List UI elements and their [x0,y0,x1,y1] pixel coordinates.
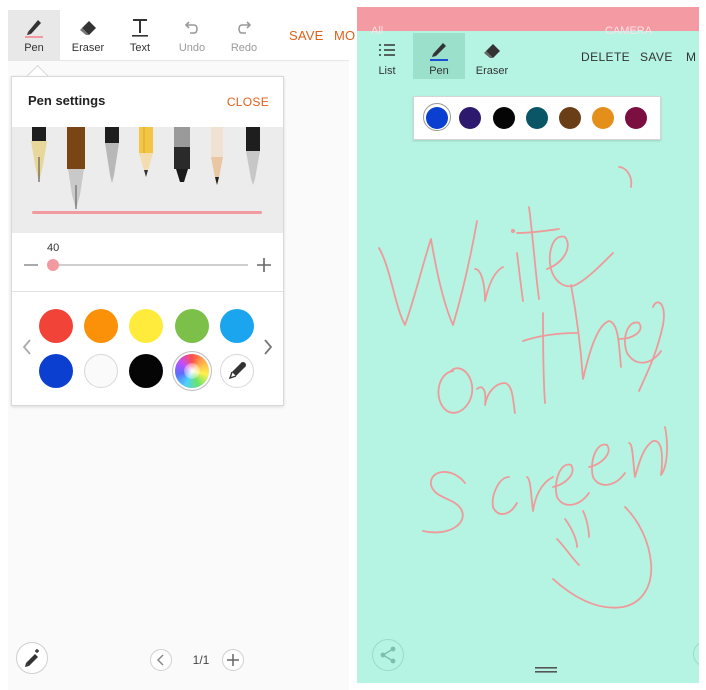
size-increase-icon[interactable] [256,257,272,273]
text-icon [132,19,148,37]
pen-settings-title: Pen settings [28,93,106,108]
chevron-right-icon[interactable] [261,337,275,357]
eyedropper-button[interactable] [220,354,254,388]
eraser-icon [80,21,96,35]
calligraphy-pen-option[interactable] [67,127,85,209]
eraser-icon [484,44,500,58]
redo-label: Redo [230,42,258,54]
page-navigator: 1/1 [148,647,254,673]
color-swatch-blue[interactable] [426,107,448,129]
list-button[interactable]: List [361,33,413,79]
page-indicator: 1/1 [192,653,210,667]
redo-button[interactable]: Redo [218,10,270,60]
divider [12,291,283,292]
fountain-pen-option[interactable] [31,127,47,182]
undo-icon [184,21,198,34]
color-spectrum-icon[interactable] [175,354,209,388]
undo-button[interactable]: Undo [166,10,218,60]
eraser-tool-button[interactable]: Eraser [62,10,114,60]
left-toolbar: Pen Eraser Text Undo Redo SAVE MO [8,10,355,61]
pen-color-popup [413,96,661,140]
chevron-left-icon[interactable] [20,337,34,357]
save-button[interactable]: SAVE [289,28,324,43]
chevron-left-icon [156,654,164,666]
color-swatch-indigo[interactable] [459,107,481,129]
pen-type-shelf [12,127,283,233]
brush-pen-option[interactable] [211,127,223,185]
pen-settings-panel: Pen settings CLOSE 40 [11,76,284,406]
pen-icon [25,20,43,38]
size-decrease-icon[interactable] [24,264,38,266]
pen-icon [430,43,448,61]
marker-option[interactable] [174,127,190,182]
pen-tool-button[interactable]: Pen [413,33,465,79]
pen-tool-label: Pen [24,42,44,54]
eyedropper-icon [228,362,246,380]
color-swatch-orange[interactable] [592,107,614,129]
list-icon [379,44,395,56]
pen-size-slider[interactable] [52,264,248,266]
pen-tool-button[interactable]: Pen [8,10,60,60]
more-button[interactable]: MO [334,28,355,43]
share-icon [380,646,396,664]
fine-pen-option[interactable] [246,127,260,185]
share-button[interactable] [372,639,404,671]
pen-size-value: 40 [47,242,60,254]
pencil-option[interactable] [139,127,153,177]
delete-button[interactable]: DELETE [581,50,630,64]
color-swatch-green[interactable] [175,309,209,343]
save-button[interactable]: SAVE [640,50,673,64]
color-swatch-teal[interactable] [526,107,548,129]
color-swatch-black[interactable] [493,107,515,129]
color-swatch-white[interactable] [84,354,118,388]
stroke-preview [32,211,262,214]
previous-page-button[interactable] [150,649,172,671]
close-button[interactable]: CLOSE [227,95,269,109]
pen-size-slider-thumb[interactable] [47,259,59,271]
eraser-tool-label: Eraser [475,65,509,77]
right-screen: All CAMERA List Pen Eraser DELETE SAVE M [357,7,699,683]
pen-mode-button[interactable] [16,642,48,674]
text-tool-button[interactable]: Text [114,10,166,60]
left-screen: Pen Eraser Text Undo Redo SAVE MO Pen se… [8,10,355,690]
ballpoint-pen-option[interactable] [105,127,119,183]
pen-plus-icon [25,649,39,667]
color-swatch-light-blue[interactable] [220,309,254,343]
color-swatch-maroon[interactable] [625,107,647,129]
eraser-tool-label: Eraser [71,42,105,54]
color-swatch-yellow[interactable] [129,309,163,343]
drag-handle-icon[interactable] [535,667,557,674]
list-label: List [378,65,396,77]
add-page-button[interactable] [222,649,244,671]
color-swatch-black[interactable] [129,354,163,388]
plus-icon [227,654,239,666]
more-button[interactable]: M [686,50,696,64]
undo-label: Undo [178,42,206,54]
color-swatch-red[interactable] [39,309,73,343]
eraser-tool-button[interactable]: Eraser [466,33,518,79]
color-swatch-blue[interactable] [39,354,73,388]
color-swatch-orange[interactable] [84,309,118,343]
pen-tool-label: Pen [429,65,449,77]
redo-icon [238,21,252,34]
text-tool-label: Text [129,42,151,54]
right-toolbar: List Pen Eraser DELETE SAVE M [357,31,699,81]
color-swatch-brown[interactable] [559,107,581,129]
